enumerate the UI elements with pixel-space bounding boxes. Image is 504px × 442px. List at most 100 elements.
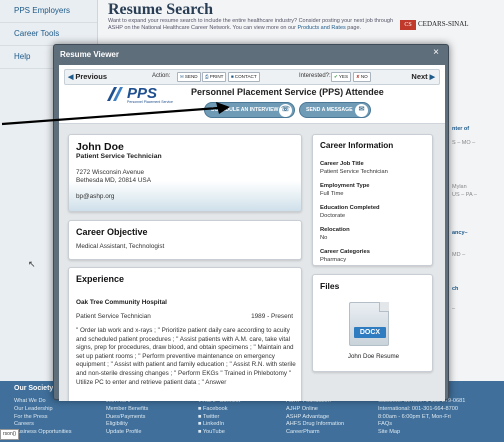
footer-col-4: ASHP Foundation AJHP Online ASHP Advanta… — [286, 398, 344, 437]
footer-link[interactable]: Business Opportunities — [14, 429, 72, 437]
footer-link[interactable]: Eligibility — [106, 421, 148, 429]
footer-link[interactable]: ■ LinkedIn — [198, 421, 240, 429]
job-snippet-1[interactable]: nter of — [452, 126, 469, 133]
job-snippet-3: Mylan — [452, 184, 467, 190]
address-line-2: Bethesda MD, 20814 USA — [76, 177, 151, 184]
footer-link[interactable]: Member Benefits — [106, 406, 148, 414]
no-button[interactable]: ✘NO — [353, 72, 371, 82]
docx-file-icon[interactable]: DOCX — [349, 302, 389, 346]
footer-link[interactable]: AHFS Drug Information — [286, 421, 344, 429]
send-icon: ✉ — [180, 74, 184, 79]
page-fold-icon — [379, 302, 389, 312]
career-field-value: Pharmacy — [320, 257, 347, 263]
footer-link[interactable]: Update Profile — [106, 429, 148, 437]
resume-viewer-modal: Resume Viewer × ◀ Previous Action: ✉SEND… — [53, 44, 449, 401]
career-info-heading: Career Information — [320, 141, 394, 150]
footer-col-2: Join ASHP Member Benefits Dues/Payments … — [106, 398, 148, 437]
footer-link[interactable]: ■ YouTube — [198, 429, 240, 437]
career-field-label: Employment Type — [320, 183, 370, 189]
footer-link[interactable]: Careers — [14, 421, 72, 429]
files-card: Files DOCX John Doe Resume — [312, 274, 433, 372]
resume-content: John Doe Patient Service Technician 7272… — [59, 123, 445, 401]
job-snippet-5[interactable]: ancy– — [452, 230, 468, 237]
candidate-email[interactable]: bp@ashp.org — [76, 193, 114, 200]
files-heading: Files — [320, 281, 340, 291]
career-info-card: Career Information Career Job Title Pati… — [312, 134, 433, 266]
career-field-value: Doctorate — [320, 213, 346, 219]
x-icon: ✘ — [356, 74, 360, 79]
objective-card: Career Objective Medical Assistant, Tech… — [68, 220, 302, 260]
printer-icon: ⎙ — [205, 74, 209, 79]
objective-heading: Career Objective — [76, 227, 148, 237]
career-field-label: Relocation — [320, 227, 350, 233]
print-button[interactable]: ⎙PRINT — [202, 72, 227, 82]
job-snippet-2: S – MO – — [452, 140, 476, 146]
address-line-1: 7272 Wisconsin Avenue — [76, 169, 145, 176]
close-icon[interactable]: × — [430, 47, 442, 59]
arrow-right-icon: ▶ — [427, 74, 435, 81]
job-snippet-7[interactable]: ch — [452, 286, 458, 293]
send-message-button[interactable]: SEND A MESSAGE ✉ — [299, 102, 371, 118]
docx-badge: DOCX — [354, 327, 386, 338]
contact-button[interactable]: ■CONTACT — [228, 72, 260, 82]
annotation-arrow-icon — [1, 102, 230, 126]
job-description: " Order lab work and x-rays ; " Prioriti… — [76, 327, 296, 386]
footer-link[interactable]: ASHP Advantage — [286, 414, 344, 422]
footer-link[interactable]: AJHP Online — [286, 406, 344, 414]
job-snippet-6: MD – — [452, 252, 466, 258]
career-field-value: Full Time — [320, 191, 344, 197]
page-title: Resume Search — [108, 1, 214, 18]
envelope-icon: ✉ — [355, 104, 368, 117]
footer-link[interactable]: ■ Twitter — [198, 414, 240, 422]
experience-card: Experience Oak Tree Community Hospital P… — [68, 267, 302, 401]
job-company: Oak Tree Community Hospital — [76, 299, 167, 306]
footer-contact: International: 001-301-664-8700 — [378, 405, 458, 412]
contact-icon: ■ — [231, 74, 234, 79]
candidate-title: Patient Service Technician — [76, 153, 162, 160]
nav-item-pps-employers[interactable]: PPS Employers — [0, 0, 97, 23]
career-field-value: Patient Service Technician — [320, 169, 388, 175]
job-snippet-4: US – PA – — [452, 192, 477, 198]
previous-button[interactable]: ◀ Previous — [68, 72, 107, 81]
check-icon: ✔ — [334, 74, 338, 79]
footer-link[interactable]: CareerPharm — [286, 429, 344, 437]
job-title: Patient Service Technician — [76, 313, 151, 320]
promo-text: Want to expand your resume search to inc… — [108, 18, 394, 31]
candidate-card: John Doe Patient Service Technician 7272… — [68, 134, 302, 212]
experience-heading: Experience — [76, 274, 125, 284]
career-field-label: Education Completed — [320, 205, 380, 211]
footer-link[interactable]: FAQs — [378, 421, 465, 429]
send-button[interactable]: ✉SEND — [177, 72, 201, 82]
viewer-toolbar: ◀ Previous Action: ✉SEND ⎙PRINT ■CONTACT… — [64, 69, 440, 85]
cedars-logo-mark: CS — [400, 20, 416, 30]
file-name-link[interactable]: John Doe Resume — [313, 353, 434, 360]
career-field-label: Career Categories — [320, 249, 370, 255]
next-button[interactable]: Next ▶ — [411, 72, 435, 81]
interested-label: Interested?: — [299, 73, 331, 79]
mouse-cursor-icon: ↖ — [28, 259, 36, 269]
candidate-name: John Doe — [76, 141, 124, 153]
phone-icon: ☏ — [279, 104, 292, 117]
status-tooltip: rson() — [0, 429, 20, 440]
job-snippet-8: – — [452, 306, 456, 312]
modal-title: Resume Viewer — [60, 50, 119, 59]
footer-link[interactable]: Dues/Payments — [106, 414, 148, 422]
footer-col-5: Customer Service: 1-866-279-0681 Interna… — [378, 398, 465, 437]
footer-link[interactable]: Our Leadership — [14, 406, 72, 414]
footer-link[interactable]: For the Press — [14, 414, 72, 422]
nav-item-career-tools[interactable]: Career Tools — [0, 23, 97, 46]
products-rates-link[interactable]: Products and Rates — [297, 25, 345, 31]
footer-heading: Our Society — [14, 385, 54, 392]
action-label: Action: — [152, 73, 171, 79]
yes-button[interactable]: ✔YES — [331, 72, 352, 82]
career-field-value: No — [320, 235, 328, 241]
footer-link[interactable]: ■ Facebook — [198, 406, 240, 414]
job-dates: 1989 - Present — [251, 313, 293, 320]
career-field-label: Career Job Title — [320, 161, 364, 167]
cedars-sinai-logo: CS CEDARS-SINAL — [400, 20, 504, 36]
footer-col-1: What We Do Our Leadership For the Press … — [14, 398, 72, 437]
footer-col-3: ● ASHP Connect ■ Facebook ■ Twitter ■ Li… — [198, 398, 240, 437]
footer-link[interactable]: Site Map — [378, 429, 465, 437]
footer-contact: 8:00am - 6:00pm ET, Mon-Fri — [378, 413, 451, 420]
attendee-heading: Personnel Placement Service (PPS) Attend… — [191, 87, 384, 97]
